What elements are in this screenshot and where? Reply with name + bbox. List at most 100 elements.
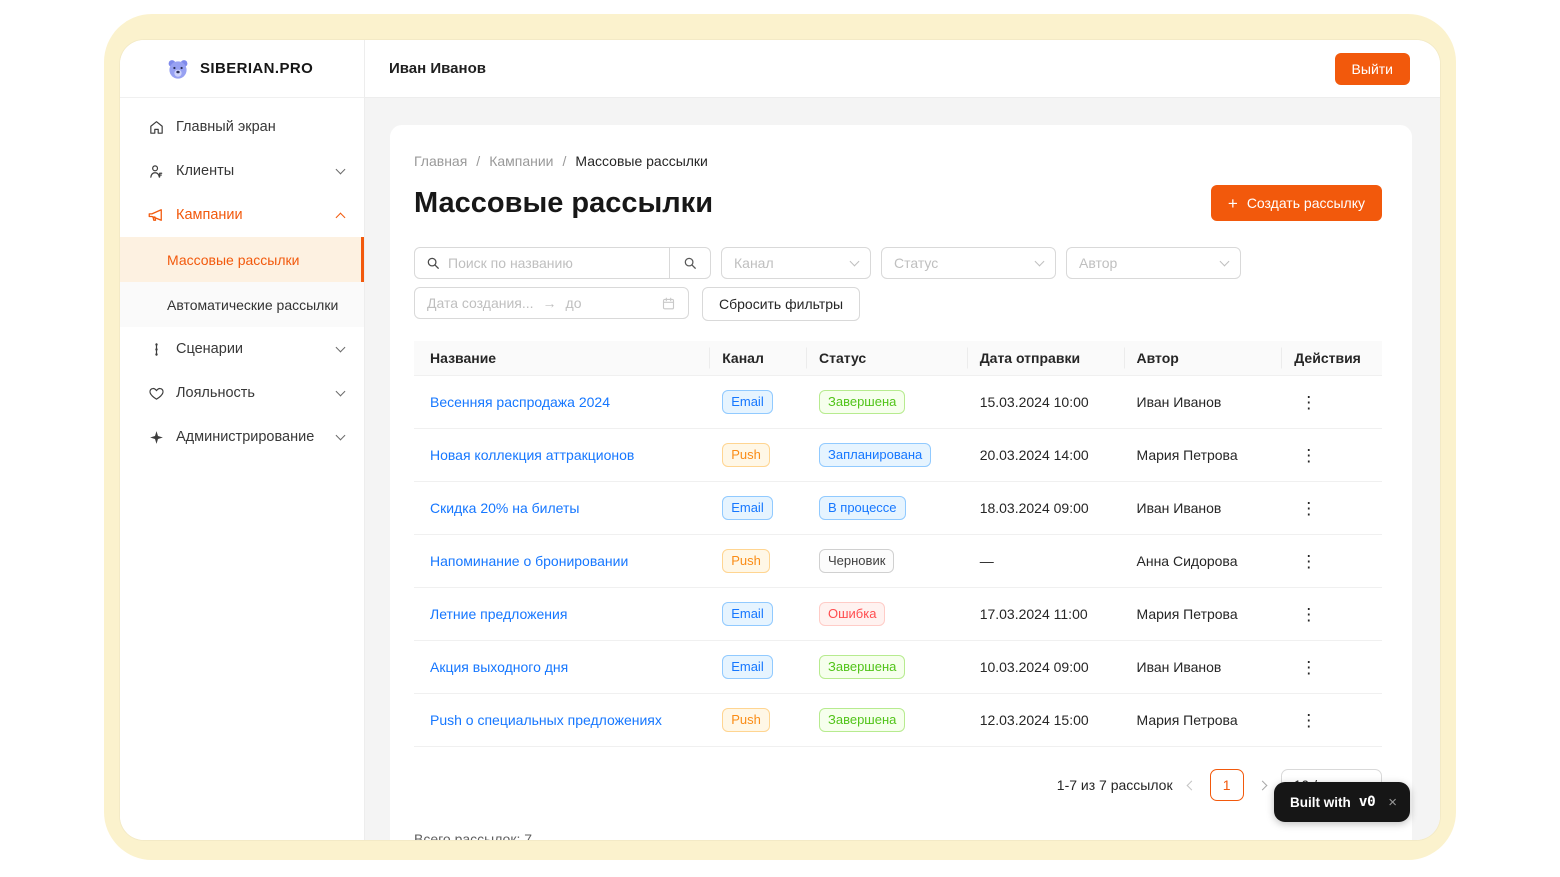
filters-row-2: Дата создания... → до Сбросить фильтры (414, 287, 1382, 321)
calendar-icon (661, 296, 676, 311)
prev-page-icon[interactable] (1186, 780, 1196, 790)
chevron-down-icon (336, 431, 346, 441)
status-badge: В процессе (819, 496, 906, 520)
built-with-text: Built with (1290, 795, 1351, 810)
sidebar-item-campaigns[interactable]: Кампании (120, 193, 364, 237)
mailing-name-link[interactable]: Новая коллекция аттракционов (430, 447, 634, 463)
author-cell: Анна Сидорова (1125, 535, 1283, 588)
author-select-placeholder: Автор (1079, 255, 1117, 271)
built-with-badge[interactable]: Built with v0 × (1274, 782, 1410, 822)
channel-select[interactable]: Канал (721, 247, 871, 279)
table-row: Весенняя распродажа 2024 Email Завершена… (414, 376, 1382, 429)
author-cell: Иван Иванов (1125, 641, 1283, 694)
chevron-down-icon (1220, 257, 1230, 267)
search-submit-button[interactable] (669, 248, 710, 278)
channel-badge: Push (722, 708, 770, 732)
app-window: SIBERIAN.PRO Главный экран Клиенты (120, 40, 1440, 840)
arrow-right-icon: → (543, 295, 557, 311)
megaphone-icon (147, 206, 165, 224)
search-icon (683, 256, 697, 270)
status-select[interactable]: Статус (881, 247, 1056, 279)
pagination-total: 1-7 из 7 рассылок (1057, 777, 1173, 793)
table-row: Push о специальных предложениях Push Зав… (414, 694, 1382, 747)
users-icon (147, 162, 165, 180)
sidebar-item-clients[interactable]: Клиенты (120, 149, 364, 193)
sidebar-item-scenarios[interactable]: Сценарии (120, 327, 364, 371)
breadcrumb: Главная / Кампании / Массовые рассылки (414, 153, 1382, 169)
mailing-name-link[interactable]: Весенняя распродажа 2024 (430, 394, 610, 410)
table-header-row: Название Канал Статус Дата отправки Авто… (414, 341, 1382, 376)
mailings-table: Название Канал Статус Дата отправки Авто… (414, 341, 1382, 747)
author-select[interactable]: Автор (1066, 247, 1241, 279)
send-date: 18.03.2024 09:00 (968, 482, 1125, 535)
chevron-up-icon (336, 212, 346, 222)
chevron-down-icon (336, 387, 346, 397)
search-input[interactable] (448, 255, 669, 271)
send-date: 12.03.2024 15:00 (968, 694, 1125, 747)
channel-badge: Email (722, 496, 773, 520)
status-badge: Ошибка (819, 602, 885, 626)
mailing-name-link[interactable]: Скидка 20% на билеты (430, 500, 579, 516)
actions-menu-icon[interactable]: ⋮ (1294, 709, 1323, 732)
mailing-name-link[interactable]: Летние предложения (430, 606, 567, 622)
column-header-author: Автор (1125, 341, 1283, 376)
chevron-down-icon (850, 257, 860, 267)
breadcrumb-home[interactable]: Главная (414, 153, 467, 169)
home-icon (147, 118, 165, 136)
filters-row-1: Канал Статус Автор (414, 247, 1382, 279)
sidebar-subitem-auto-mailings[interactable]: Автоматические рассылки (120, 282, 364, 327)
topbar: Иван Иванов Выйти (365, 40, 1440, 98)
create-mailing-button[interactable]: + Создать рассылку (1211, 185, 1382, 221)
date-range-picker[interactable]: Дата создания... → до (414, 287, 689, 319)
breadcrumb-separator: / (563, 153, 567, 169)
actions-menu-icon[interactable]: ⋮ (1294, 497, 1323, 520)
v0-logo: v0 (1359, 794, 1375, 810)
send-date: 10.03.2024 09:00 (968, 641, 1125, 694)
table-row: Скидка 20% на билеты Email В процессе 18… (414, 482, 1382, 535)
mailing-name-link[interactable]: Напоминание о бронировании (430, 553, 628, 569)
mailing-name-link[interactable]: Акция выходного дня (430, 659, 568, 675)
next-page-icon[interactable] (1257, 780, 1267, 790)
sidebar-subitem-label: Массовые рассылки (167, 252, 299, 268)
status-badge: Запланирована (819, 443, 931, 467)
sidebar-menu: Главный экран Клиенты Кампании (120, 98, 364, 459)
page-number-button[interactable]: 1 (1210, 769, 1244, 801)
actions-menu-icon[interactable]: ⋮ (1294, 656, 1323, 679)
column-header-actions: Действия (1282, 341, 1382, 376)
chevron-down-icon (336, 165, 346, 175)
column-header-status: Статус (807, 341, 968, 376)
channel-badge: Email (722, 655, 773, 679)
breadcrumb-separator: / (476, 153, 480, 169)
status-badge: Завершена (819, 655, 905, 679)
actions-menu-icon[interactable]: ⋮ (1294, 550, 1323, 573)
send-date: 20.03.2024 14:00 (968, 429, 1125, 482)
sidebar-item-home[interactable]: Главный экран (120, 105, 364, 149)
sidebar: SIBERIAN.PRO Главный экран Клиенты (120, 40, 365, 840)
chevron-down-icon (336, 343, 346, 353)
title-row: Массовые рассылки + Создать рассылку (414, 185, 1382, 221)
date-to-placeholder: до (566, 295, 582, 311)
column-header-name: Название (414, 341, 710, 376)
sidebar-item-label: Сценарии (176, 341, 243, 357)
status-badge: Черновик (819, 549, 894, 573)
actions-menu-icon[interactable]: ⋮ (1294, 603, 1323, 626)
reset-filters-button[interactable]: Сбросить фильтры (702, 287, 860, 321)
breadcrumb-campaigns[interactable]: Кампании (489, 153, 553, 169)
mailing-name-link[interactable]: Push о специальных предложениях (430, 712, 662, 728)
page-title: Массовые рассылки (414, 187, 713, 220)
table-row: Новая коллекция аттракционов Push Заплан… (414, 429, 1382, 482)
send-date: 15.03.2024 10:00 (968, 376, 1125, 429)
search-icon (426, 256, 440, 270)
brand-name: SIBERIAN.PRO (200, 60, 313, 77)
table-row: Напоминание о бронировании Push Черновик… (414, 535, 1382, 588)
actions-menu-icon[interactable]: ⋮ (1294, 444, 1323, 467)
actions-menu-icon[interactable]: ⋮ (1294, 391, 1323, 414)
logout-button[interactable]: Выйти (1335, 53, 1410, 85)
sidebar-subitem-mass-mailings[interactable]: Массовые рассылки (120, 237, 364, 282)
sidebar-item-label: Кампании (176, 207, 243, 223)
close-icon[interactable]: × (1388, 794, 1397, 811)
sidebar-item-loyalty[interactable]: Лояльность (120, 371, 364, 415)
sidebar-item-label: Администрирование (176, 429, 314, 445)
channel-select-placeholder: Канал (734, 255, 774, 271)
sidebar-item-administration[interactable]: Администрирование (120, 415, 364, 459)
